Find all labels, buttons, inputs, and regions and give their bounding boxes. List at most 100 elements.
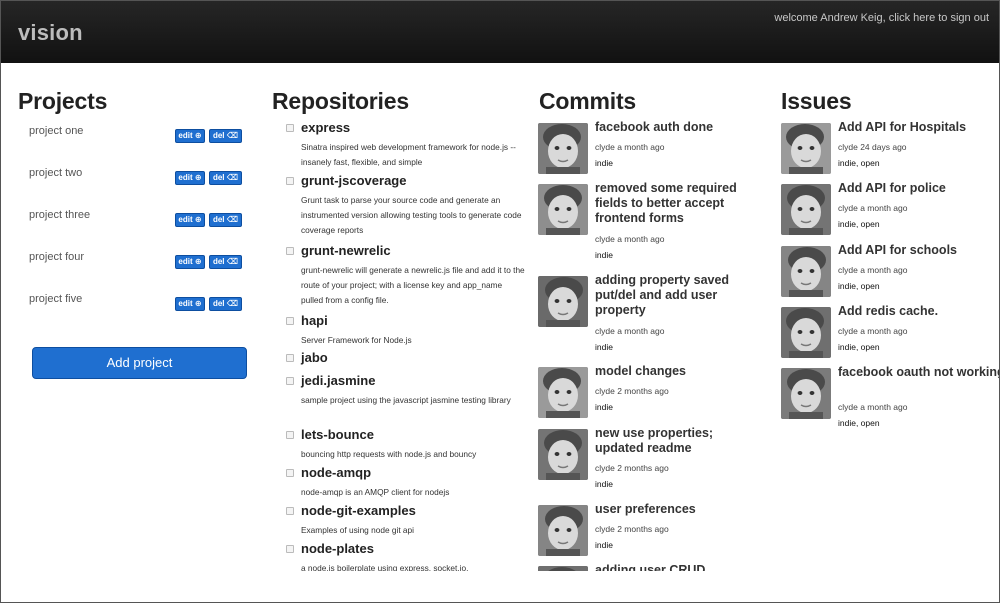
repository-description: bouncing http requests with node.js and … — [301, 449, 477, 459]
avatar — [781, 368, 831, 419]
edit-project-button[interactable]: edit ⊕ — [175, 213, 205, 227]
repository-description: grunt-newrelic will generate a newrelic.… — [301, 265, 525, 305]
repository-name[interactable]: node-git-examples — [301, 503, 416, 518]
commit-meta: clyde 2 months ago — [595, 463, 669, 473]
commit-tags: indie — [595, 342, 613, 352]
project-name[interactable]: project one — [29, 125, 83, 137]
project-row: project five edit ⊕ del ⌫ — [29, 293, 249, 313]
commit-message[interactable]: new use properties; updated readme — [595, 426, 765, 456]
commit-meta: clyde a month ago — [595, 142, 665, 152]
repository-name[interactable]: hapi — [301, 313, 328, 328]
repository-checkbox[interactable] — [286, 247, 294, 255]
page-footer-blank — [1, 571, 999, 602]
repository-checkbox[interactable] — [286, 431, 294, 439]
issues-column: Issues Add API for Hospitals clyde 24 day… — [779, 63, 999, 571]
avatar — [781, 307, 831, 358]
top-navbar: vision welcome Andrew Keig, click here t… — [1, 1, 999, 63]
commits-column: Commits facebook auth done clyde a month … — [536, 63, 776, 571]
repository-checkbox[interactable] — [286, 545, 294, 553]
commit-message[interactable]: adding user CRUD — [595, 563, 765, 571]
brand-logo[interactable]: vision — [18, 20, 83, 46]
commit-tags: indie — [595, 250, 613, 260]
repository-name[interactable]: jedi.jasmine — [301, 373, 375, 388]
project-name[interactable]: project five — [29, 293, 82, 305]
commit-message[interactable]: removed some required fields to better a… — [595, 181, 765, 226]
avatar — [538, 505, 588, 556]
commits-heading: Commits — [539, 88, 637, 114]
commit-tags: indie — [595, 540, 613, 550]
projects-heading: Projects — [18, 88, 108, 114]
commit-message[interactable]: model changes — [595, 364, 765, 379]
issues-heading: Issues — [781, 88, 852, 114]
project-name[interactable]: project three — [29, 209, 90, 221]
issue-title[interactable]: Add API for Hospitals — [838, 120, 999, 135]
issue-tags: indie, open — [838, 158, 880, 168]
avatar — [781, 123, 831, 174]
issue-title[interactable]: Add redis cache. — [838, 304, 999, 319]
repositories-column: Repositories express Sinatra inspired web… — [271, 63, 531, 571]
repository-description: Grunt task to parse your source code and… — [301, 195, 522, 235]
commit-message[interactable]: adding property saved put/del and add us… — [595, 273, 765, 318]
issue-meta: clyde 24 days ago — [838, 142, 907, 152]
project-name[interactable]: project four — [29, 251, 84, 263]
repository-checkbox[interactable] — [286, 507, 294, 515]
repository-description: Sinatra inspired web development framewo… — [301, 142, 516, 167]
dashboard-content: Projects project one edit ⊕ del ⌫ project t… — [1, 63, 999, 571]
commit-meta: clyde 2 months ago — [595, 386, 669, 396]
app-window: vision welcome Andrew Keig, click here t… — [0, 0, 1000, 603]
edit-project-button[interactable]: edit ⊕ — [175, 255, 205, 269]
repository-checkbox[interactable] — [286, 317, 294, 325]
delete-project-button[interactable]: del ⌫ — [209, 129, 242, 143]
avatar — [538, 429, 588, 480]
commit-meta: clyde a month ago — [595, 234, 665, 244]
edit-project-button[interactable]: edit ⊕ — [175, 171, 205, 185]
issue-meta: clyde a month ago — [838, 203, 908, 213]
avatar — [538, 123, 588, 174]
project-row: project two edit ⊕ del ⌫ — [29, 167, 249, 187]
issue-meta: clyde a month ago — [838, 326, 908, 336]
projects-column: Projects project one edit ⊕ del ⌫ project t… — [1, 63, 261, 571]
sign-out-link[interactable]: welcome Andrew Keig, click here to sign … — [774, 12, 989, 24]
repository-name[interactable]: node-plates — [301, 541, 374, 556]
repository-checkbox[interactable] — [286, 124, 294, 132]
avatar — [781, 184, 831, 235]
repository-name[interactable]: jabo — [301, 350, 328, 365]
delete-project-button[interactable]: del ⌫ — [209, 171, 242, 185]
delete-project-button[interactable]: del ⌫ — [209, 255, 242, 269]
repository-checkbox[interactable] — [286, 377, 294, 385]
repository-description: Server Framework for Node.js — [301, 335, 412, 345]
delete-project-button[interactable]: del ⌫ — [209, 213, 242, 227]
delete-project-button[interactable]: del ⌫ — [209, 297, 242, 311]
project-row: project one edit ⊕ del ⌫ — [29, 125, 249, 145]
repository-name[interactable]: express — [301, 120, 350, 135]
issue-title[interactable]: Add API for schools — [838, 243, 999, 258]
avatar — [538, 276, 588, 327]
repository-name[interactable]: grunt-jscoverage — [301, 173, 406, 188]
commit-tags: indie — [595, 402, 613, 412]
issue-title[interactable]: facebook oauth not working — [838, 365, 999, 380]
issue-tags: indie, open — [838, 219, 880, 229]
repository-name[interactable]: grunt-newrelic — [301, 243, 391, 258]
repository-checkbox[interactable] — [286, 177, 294, 185]
edit-project-button[interactable]: edit ⊕ — [175, 297, 205, 311]
commit-message[interactable]: user preferences — [595, 502, 765, 517]
commit-tags: indie — [595, 158, 613, 168]
repository-name[interactable]: node-amqp — [301, 465, 371, 480]
edit-project-button[interactable]: edit ⊕ — [175, 129, 205, 143]
repositories-heading: Repositories — [272, 88, 409, 114]
repository-checkbox[interactable] — [286, 469, 294, 477]
repository-name[interactable]: lets-bounce — [301, 427, 374, 442]
issue-meta: clyde a month ago — [838, 402, 908, 412]
commit-message[interactable]: facebook auth done — [595, 120, 765, 135]
project-name[interactable]: project two — [29, 167, 82, 179]
repository-description: sample project using the javascript jasm… — [301, 395, 511, 405]
issue-tags: indie, open — [838, 281, 880, 291]
add-project-button[interactable]: Add project — [32, 347, 247, 379]
issue-tags: indie, open — [838, 342, 880, 352]
avatar — [781, 246, 831, 297]
repository-checkbox[interactable] — [286, 354, 294, 362]
commit-meta: clyde a month ago — [595, 326, 665, 336]
issue-title[interactable]: Add API for police — [838, 181, 999, 196]
repository-description: node-amqp is an AMQP client for nodejs — [301, 487, 450, 497]
project-row: project four edit ⊕ del ⌫ — [29, 251, 249, 271]
